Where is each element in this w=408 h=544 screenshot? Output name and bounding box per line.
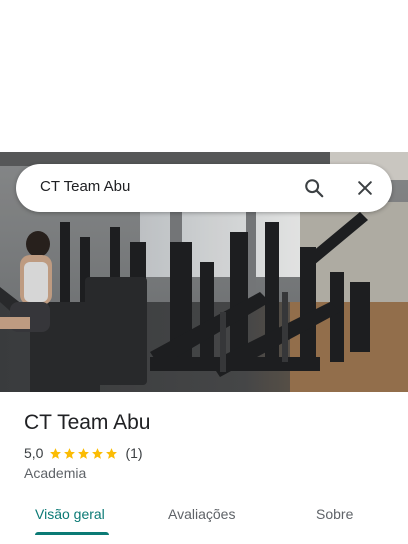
star-icon [50, 447, 62, 459]
place-title: CT Team Abu [24, 411, 151, 434]
search-icon[interactable] [302, 176, 326, 200]
star-icon [78, 447, 90, 459]
map-blank-area [0, 0, 408, 152]
rating-row[interactable]: 5,0 (1) [24, 445, 143, 461]
search-query[interactable]: CT Team Abu [40, 178, 130, 195]
star-icon [64, 447, 76, 459]
place-tabs: Visão geral Avaliações Sobre [0, 500, 408, 544]
tab-about[interactable]: Sobre [316, 506, 353, 522]
tab-overview[interactable]: Visão geral [35, 506, 105, 522]
star-rating [49, 447, 119, 460]
search-bar[interactable]: CT Team Abu [16, 164, 392, 212]
star-icon [106, 447, 118, 459]
active-tab-indicator [35, 532, 109, 535]
close-icon[interactable] [353, 176, 377, 200]
review-count[interactable]: (1) [125, 445, 142, 461]
star-icon [92, 447, 104, 459]
rating-value: 5,0 [24, 445, 44, 461]
tab-reviews[interactable]: Avaliações [168, 506, 235, 522]
place-category: Academia [24, 465, 87, 481]
